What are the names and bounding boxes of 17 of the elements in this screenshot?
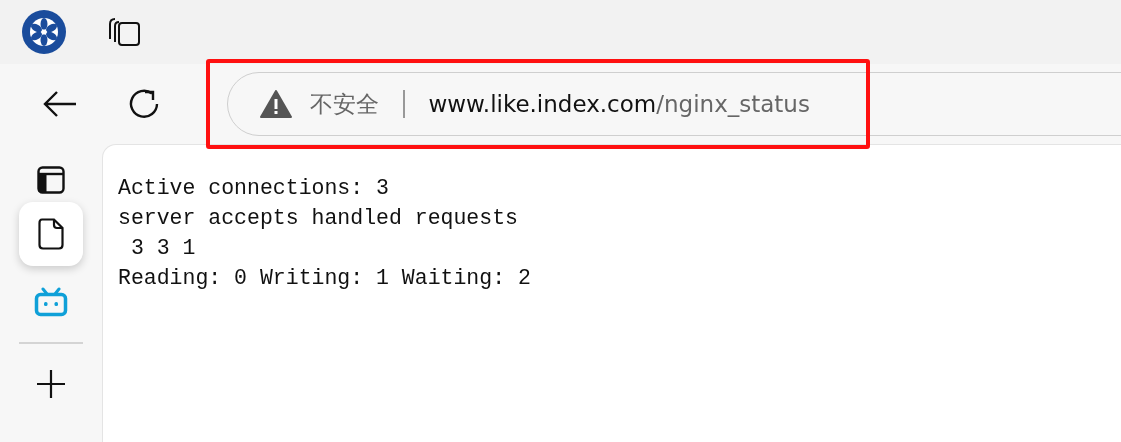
status-line: server accepts handled requests <box>118 205 519 232</box>
emblem-icon <box>21 9 67 55</box>
status-line: Reading: 0 Writing: 1 Waiting: 2 <box>118 265 532 292</box>
back-icon[interactable] <box>42 89 78 119</box>
status-line: 3 3 1 <box>129 235 197 262</box>
url-text: www.like.index.com/nginx_status <box>428 91 810 117</box>
tabs-icon[interactable] <box>107 15 141 49</box>
reload-icon[interactable] <box>127 87 161 121</box>
security-label: 不安全 <box>310 89 379 119</box>
new-tab-icon[interactable] <box>36 369 66 399</box>
sidebar-panel-icon[interactable] <box>37 166 65 194</box>
tv-icon <box>34 287 68 317</box>
status-line: Active connections: 3 <box>118 175 390 202</box>
warning-icon <box>260 90 292 118</box>
document-icon <box>38 218 64 250</box>
sidebar-tab[interactable] <box>19 202 83 266</box>
address-bar[interactable]: 不安全 www.like.index.com/nginx_status <box>227 72 1121 136</box>
